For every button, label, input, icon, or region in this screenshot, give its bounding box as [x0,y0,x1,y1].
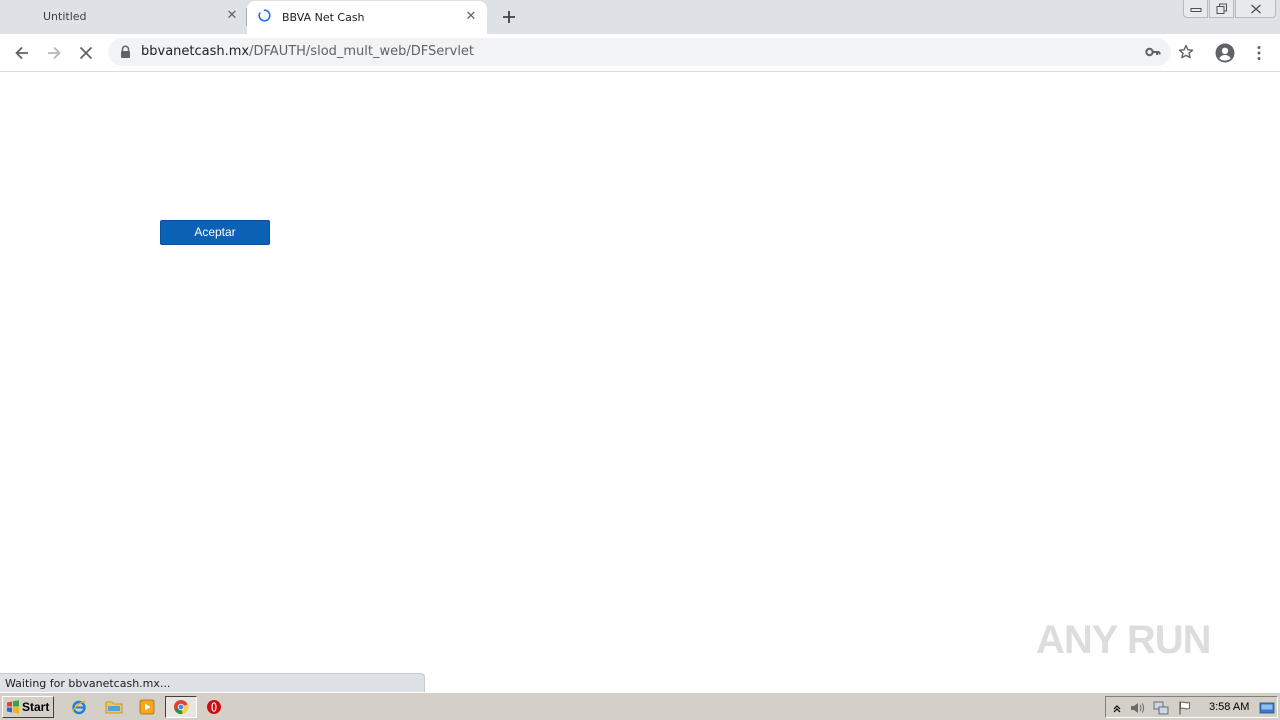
close-icon[interactable]: ✕ [225,9,239,23]
show-desktop-icon[interactable] [1259,700,1275,716]
folder-icon [105,701,123,714]
taskbar-internet-explorer[interactable] [68,697,90,717]
taskbar-chrome[interactable] [165,696,197,718]
star-bookmark-icon[interactable] [1178,44,1194,60]
start-label: Start [22,700,50,714]
volume-icon[interactable] [1129,700,1145,716]
system-tray: 3:58 AM [1105,696,1278,718]
media-player-icon [139,699,155,715]
status-text: Waiting for bbvanetcash.mx... [5,677,171,690]
tab-bbva-net-cash[interactable]: BBVA Net Cash ✕ [247,1,487,34]
close-icon [1250,4,1261,13]
loading-spinner-icon [258,9,271,22]
chrome-icon [174,700,189,714]
new-tab-plus-icon[interactable] [499,7,519,27]
restore-icon [1216,3,1227,14]
clock[interactable]: 3:58 AM [1209,701,1249,713]
action-center-flag-icon[interactable] [1177,700,1193,716]
tab-title: Untitled [43,10,87,23]
lock-icon[interactable] [120,45,131,59]
back-button[interactable] [10,41,34,65]
taskbar: Start 3:58 AM [0,692,1280,720]
network-icon[interactable] [1153,700,1169,716]
address-bar[interactable]: bbvanetcash.mx/DFAUTH/slod_mult_web/DFSe… [108,38,1194,66]
stop-loading-button[interactable] [74,41,98,65]
status-bubble: Waiting for bbvanetcash.mx... [0,673,425,692]
arrow-right-icon [48,46,61,60]
profile-button[interactable] [1213,41,1237,65]
menu-button[interactable] [1247,41,1271,65]
url-host: bbvanetcash.mx [141,44,250,59]
windows-logo-icon [7,700,19,714]
taskbar-media-player[interactable] [136,697,158,717]
taskbar-opera[interactable] [203,697,225,717]
watermark-text: ANY RUN [1036,618,1212,662]
minimize-button[interactable] [1183,0,1208,18]
tab-title: BBVA Net Cash [282,11,365,24]
minimize-icon [1190,7,1201,12]
tab-strip: Untitled ✕ BBVA Net Cash ✕ [0,0,1280,34]
opera-icon [207,700,221,714]
browser-toolbar: bbvanetcash.mx/DFAUTH/slod_mult_web/DFSe… [0,34,1280,72]
close-icon[interactable]: ✕ [464,10,478,24]
more-vertical-icon [1257,46,1261,60]
start-button[interactable]: Start [2,696,54,718]
stop-x-icon [79,46,93,60]
restore-button[interactable] [1209,0,1234,18]
key-icon[interactable] [1145,45,1161,59]
show-hidden-icons-chevron-up-icon[interactable] [1109,700,1125,716]
url-text[interactable]: bbvanetcash.mx/DFAUTH/slod_mult_web/DFSe… [141,44,474,59]
accept-button[interactable]: Aceptar [160,220,270,245]
window-close-button[interactable] [1235,0,1276,18]
anyrun-watermark: ANY RUN [1036,610,1236,670]
internet-explorer-icon [71,700,86,715]
account-circle-icon [1215,43,1235,63]
forward-button[interactable] [42,41,66,65]
arrow-left-icon [15,46,28,60]
taskbar-file-explorer[interactable] [102,697,124,717]
tab-untitled[interactable]: Untitled ✕ [0,0,246,34]
url-path: /DFAUTH/slod_mult_web/DFServlet [249,44,475,59]
